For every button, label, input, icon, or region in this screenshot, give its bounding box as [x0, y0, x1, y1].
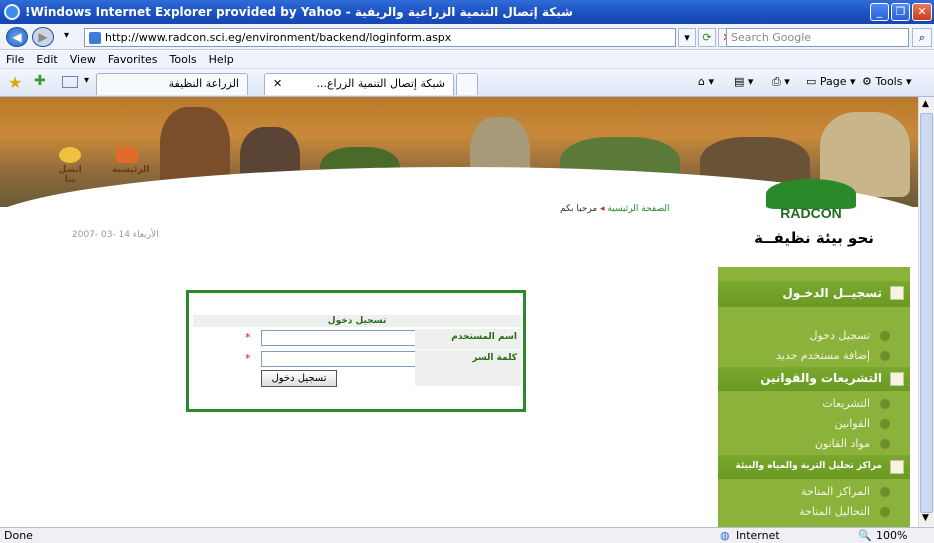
scroll-down-icon[interactable]: ▼	[922, 513, 929, 523]
status-bar: Done ◍ Internet 🔍 100%	[0, 527, 934, 543]
feeds-icon[interactable]: ▤ ▾	[734, 75, 753, 88]
breadcrumb-home[interactable]: الصفحة الرئيسية	[607, 204, 669, 214]
tab-list-icon[interactable]: ▾	[84, 75, 89, 86]
date-text: الأربعاء 14 -03 -2007	[72, 230, 159, 240]
menu-favorites[interactable]: Favorites	[108, 53, 158, 66]
username-label: اسم المستخدم	[415, 329, 521, 349]
folder-icon	[890, 460, 904, 474]
folder-icon	[890, 372, 904, 386]
required-star: *	[245, 331, 251, 344]
menu-bar: File Edit View Favorites Tools Help	[0, 51, 934, 69]
arrow-icon	[880, 399, 890, 409]
username-input[interactable]	[261, 330, 419, 346]
address-bar: ◀ ▶ ▾ http://www.radcon.sci.eg/environme…	[0, 24, 934, 50]
menu-item-available-centers[interactable]: المراكز المتاحة	[718, 481, 910, 503]
search-icon[interactable]: ⌕	[912, 28, 932, 47]
window-title: شبكة إتصال التنمية الزراعية والريفية - W…	[25, 5, 573, 19]
menu-item-login[interactable]: تسجيل دخول	[718, 325, 910, 347]
page-icon	[89, 32, 101, 44]
ie-logo-icon	[4, 4, 20, 20]
nav-home[interactable]: الرئيسية	[112, 147, 149, 175]
arrow-icon	[880, 419, 890, 429]
slogan: نحو بيئة نظيفــة	[754, 229, 874, 247]
menu-item-law-articles[interactable]: مواد القانون	[718, 433, 910, 455]
menu-item-add-user[interactable]: إضافة مستخدم جديد	[718, 345, 910, 367]
url-dropdown-icon[interactable]: ▾	[678, 28, 696, 47]
url-input[interactable]: http://www.radcon.sci.eg/environment/bac…	[84, 28, 676, 47]
password-row: * كلمة السر	[193, 350, 521, 370]
menu-item-laws[interactable]: القوانين	[718, 413, 910, 435]
username-row: * اسم المستخدم	[193, 329, 521, 349]
section-analysis-centers[interactable]: مراكز تحليل التربة والمياه والبيئة	[718, 455, 910, 479]
login-submit-button[interactable]: تسجيل دخول	[261, 370, 337, 387]
arrow-icon	[880, 331, 890, 341]
arrow-icon	[880, 439, 890, 449]
vertical-scrollbar[interactable]: ▲ ▼	[918, 97, 934, 527]
submit-row: تسجيل دخول	[193, 370, 521, 390]
tab-radcon[interactable]: شبكة إتصال التنمية الزراع... ✕	[264, 73, 454, 95]
zoom-icon: 🔍	[858, 529, 872, 542]
login-header: تسجيل دخول	[193, 315, 521, 327]
section-legislation[interactable]: التشريعات والقوانين	[718, 367, 910, 391]
login-form: تسجيل دخول * اسم المستخدم * كلمة السر تس…	[186, 290, 526, 412]
forward-button[interactable]: ▶	[32, 27, 54, 47]
search-input[interactable]: Search Google	[726, 28, 909, 47]
tools-menu[interactable]: ⚙ Tools ▾	[862, 75, 912, 88]
url-text: http://www.radcon.sci.eg/environment/bac…	[105, 31, 452, 44]
side-menu: تسجيــل الدخـول تسجيل دخول إضافة مستخدم …	[718, 267, 910, 527]
history-dropdown-icon[interactable]: ▾	[64, 30, 69, 41]
window-titlebar: شبكة إتصال التنمية الزراعية والريفية - W…	[0, 0, 934, 24]
menu-tools[interactable]: Tools	[170, 53, 197, 66]
minimize-button[interactable]: _	[870, 3, 889, 21]
arrow-icon	[880, 487, 890, 497]
close-button[interactable]: ✕	[912, 3, 932, 21]
tab-clean-agriculture[interactable]: الزراعة النظيفة	[96, 73, 248, 95]
maximize-button[interactable]: ❐	[891, 3, 910, 21]
nav-contact[interactable]: اتصل بنا	[52, 147, 88, 185]
menu-item-legislation[interactable]: التشريعات	[718, 393, 910, 415]
tab-bar: ★ ✚ ▾ الزراعة النظيفة شبكة إتصال التنمية…	[0, 69, 934, 97]
menu-edit[interactable]: Edit	[36, 53, 57, 66]
arrow-icon	[880, 507, 890, 517]
menu-help[interactable]: Help	[209, 53, 234, 66]
quick-tabs-icon[interactable]	[62, 76, 78, 88]
contact-icon	[59, 147, 81, 163]
menu-file[interactable]: File	[6, 53, 24, 66]
scroll-up-icon[interactable]: ▲	[922, 99, 929, 109]
home-icon[interactable]: ⌂ ▾	[698, 75, 714, 88]
favorites-star-icon[interactable]: ★	[8, 73, 22, 92]
arrow-icon	[880, 351, 890, 361]
refresh-icon[interactable]: ⟳	[698, 28, 716, 47]
new-tab-button[interactable]	[456, 73, 478, 95]
breadcrumb-current: مرحبا بكم	[560, 204, 598, 214]
add-favorite-icon[interactable]: ✚	[34, 73, 46, 89]
password-input[interactable]	[261, 351, 419, 367]
status-text: Done	[4, 529, 33, 542]
back-button[interactable]: ◀	[6, 27, 28, 47]
breadcrumb-arrow-icon: ◂	[600, 204, 605, 214]
zoom-level[interactable]: 100%	[876, 529, 907, 542]
required-star: *	[245, 352, 251, 365]
zone-text: Internet	[736, 529, 780, 542]
breadcrumb: الصفحة الرئيسية ◂ مرحبا بكم	[560, 204, 670, 214]
menu-view[interactable]: View	[70, 53, 96, 66]
globe-icon: ◍	[720, 529, 730, 542]
home-icon	[116, 147, 138, 163]
radcon-logo: RADCON	[760, 177, 860, 227]
password-label: كلمة السر	[415, 350, 521, 370]
page-menu[interactable]: ▭ Page ▾	[806, 75, 856, 88]
menu-item-available-tests[interactable]: التحاليل المتاحة	[718, 501, 910, 523]
print-icon[interactable]: ⎙ ▾	[772, 75, 790, 89]
page-content: الرئيسية اتصل بنا الأربعاء 14 -03 -2007 …	[0, 97, 918, 527]
folder-icon	[890, 286, 904, 300]
section-login[interactable]: تسجيــل الدخـول	[718, 281, 910, 307]
tab-close-icon[interactable]: ✕	[273, 77, 282, 90]
scroll-thumb[interactable]	[920, 113, 933, 513]
logo-text: RADCON	[780, 205, 842, 221]
